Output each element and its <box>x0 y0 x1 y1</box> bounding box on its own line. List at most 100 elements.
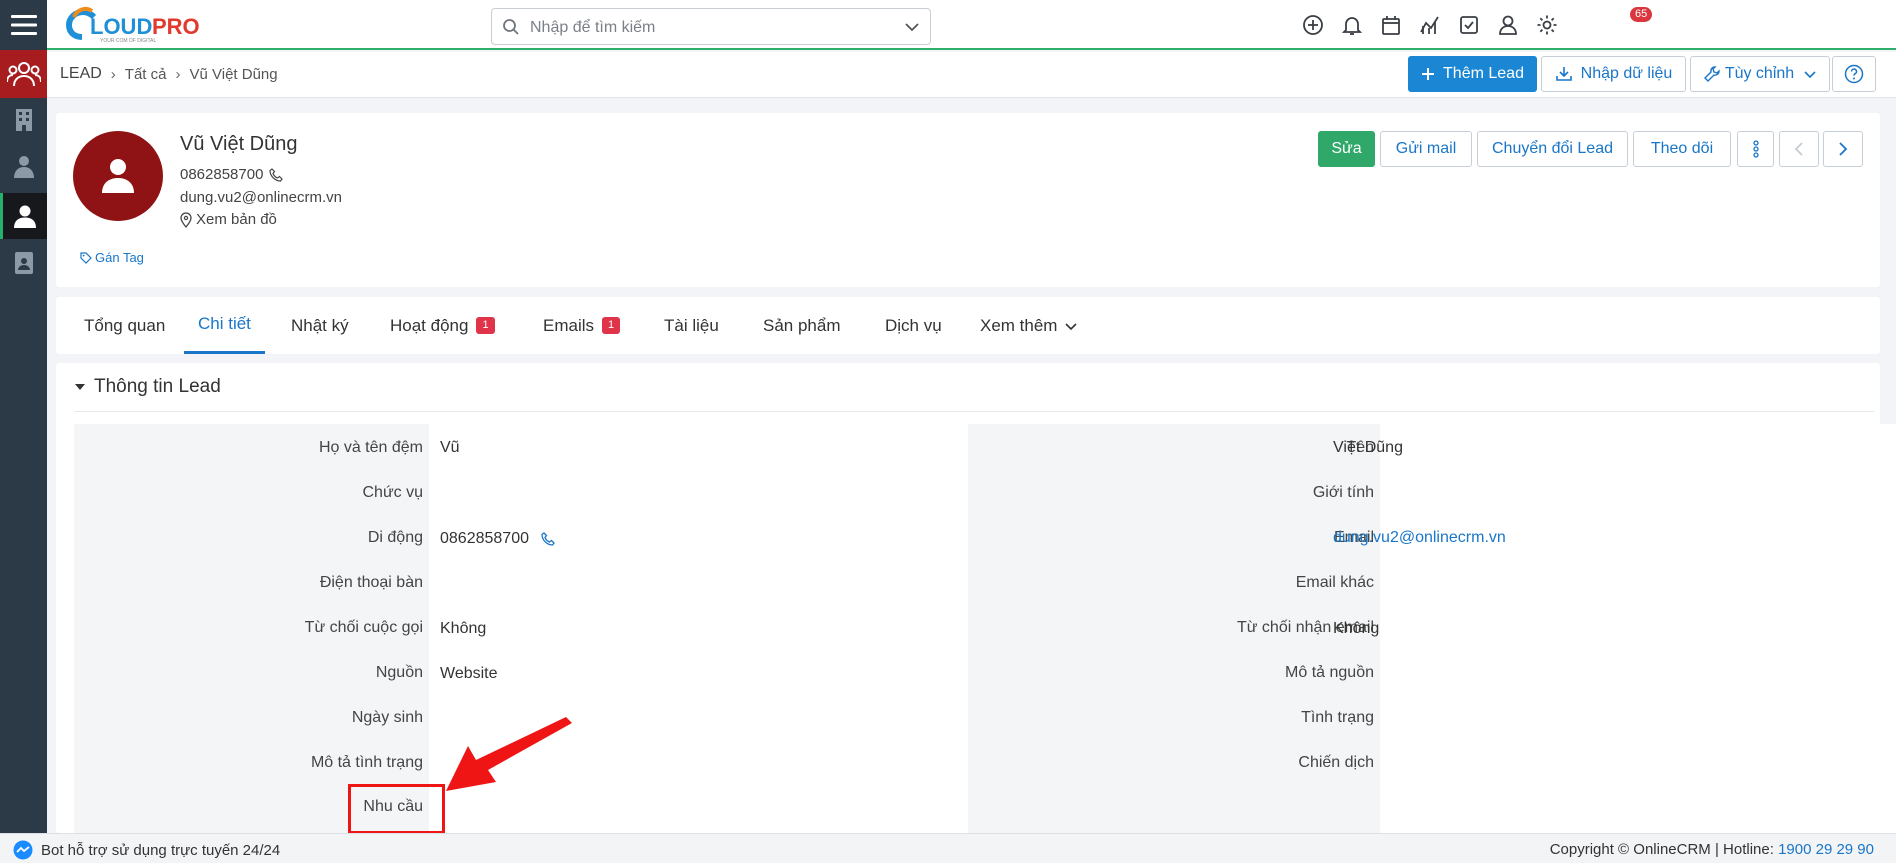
cloudpro-logo[interactable]: LOUD PRO YOUR COM OF DIGITAL <box>60 5 230 45</box>
hotline-number[interactable]: 1900 29 29 90 <box>1778 841 1874 858</box>
send-mail-button[interactable]: Gửi mail <box>1380 131 1472 167</box>
chevron-down-icon[interactable] <box>904 20 920 34</box>
avatar <box>73 131 163 221</box>
field-value[interactable]: Vũ <box>440 433 460 463</box>
bell-icon <box>1341 17 1363 35</box>
footer-bar: Bot hỗ trợ sử dụng trực tuyến 24/24 Copy… <box>0 833 1896 863</box>
chevron-right-icon <box>1839 142 1848 156</box>
rail-lead-detail-button[interactable] <box>0 193 47 239</box>
field-value[interactable]: Không <box>440 614 486 644</box>
quick-create-button[interactable] <box>1300 12 1326 38</box>
tab-documents[interactable]: Tài liệu <box>664 297 719 354</box>
lead-information-section: Thông tin Lead Họ và tên đệm Vũ Chức vụ … <box>56 363 1896 833</box>
tab-more[interactable]: Xem thêm <box>980 297 1078 354</box>
field-label: Email khác <box>1295 574 1374 591</box>
caret-down-icon <box>75 384 85 390</box>
email-link[interactable]: dung.vu2@onlinecrm.vn <box>1333 523 1506 553</box>
field-label: Giới tính <box>1312 484 1374 501</box>
tab-label: Dịch vụ <box>885 315 942 335</box>
tab-emails[interactable]: Emails 1 <box>543 297 621 354</box>
tag-icon <box>80 251 92 264</box>
left-navigation-rail <box>0 0 47 863</box>
annotation-arrow-icon <box>446 717 572 791</box>
field-value[interactable]: Website <box>440 659 498 689</box>
rail-contacts-button[interactable] <box>0 146 47 186</box>
help-button[interactable] <box>1832 56 1876 92</box>
contact-icon <box>13 156 34 178</box>
field-label: Nguồn <box>375 664 423 681</box>
previous-record-button[interactable] <box>1779 131 1819 167</box>
search-placeholder: Nhập để tìm kiếm <box>530 19 656 36</box>
copyright-label: Copyright © OnlineCRM | Hotline: <box>1549 841 1774 858</box>
view-map-link[interactable]: Xem bản đồ <box>180 211 277 228</box>
breadcrumb-separator-icon: › <box>110 65 116 83</box>
chevron-down-icon <box>1804 71 1816 79</box>
edit-button[interactable]: Sửa <box>1318 131 1375 167</box>
rail-leads-button[interactable] <box>0 50 47 98</box>
hamburger-menu-button[interactable] <box>0 0 47 50</box>
field-value[interactable]: Việt Dũng <box>1333 433 1403 463</box>
tab-label: Nhật ký <box>291 315 349 335</box>
support-bot-link[interactable]: Bot hỗ trợ sử dụng trực tuyến 24/24 <box>13 840 280 860</box>
right-value-column <box>1380 424 1896 833</box>
settings-button[interactable] <box>1534 12 1560 38</box>
mobile-number[interactable]: 0862858700 <box>440 530 529 548</box>
more-actions-button[interactable] <box>1737 131 1774 167</box>
tab-label: Tài liệu <box>664 315 719 335</box>
section-title: Thông tin Lead <box>94 376 221 397</box>
notifications-button[interactable] <box>1339 12 1365 38</box>
assign-tag-link[interactable]: Gán Tag <box>80 250 144 265</box>
breadcrumb: LEAD › Tất cả › Vũ Việt Dũng <box>60 65 278 83</box>
wrench-icon <box>1703 66 1720 82</box>
breadcrumb-current: Vũ Việt Dũng <box>189 65 278 83</box>
chevron-left-icon <box>1794 142 1803 156</box>
tab-services[interactable]: Dịch vụ <box>885 297 942 354</box>
gear-icon <box>1537 15 1557 35</box>
tab-label: Emails <box>543 315 595 335</box>
rail-organizations-button[interactable] <box>0 100 47 140</box>
phone-icon[interactable] <box>541 532 555 546</box>
global-search-box[interactable]: Nhập để tìm kiếm <box>491 8 931 45</box>
copyright-text: Copyright © OnlineCRM | Hotline: 1900 29… <box>1550 841 1874 858</box>
breadcrumb-module[interactable]: LEAD <box>60 65 102 83</box>
phone-icon[interactable] <box>269 167 284 182</box>
convert-lead-button[interactable]: Chuyển đổi Lead <box>1477 131 1628 167</box>
download-icon <box>1555 67 1572 81</box>
breadcrumb-list[interactable]: Tất cả <box>125 66 167 83</box>
tasks-button[interactable] <box>1456 12 1482 38</box>
field-label: Mô tả tình trạng <box>310 754 423 771</box>
lead-name: Vũ Việt Dũng <box>180 133 298 155</box>
import-data-button[interactable]: Nhập dữ liệu <box>1541 56 1686 92</box>
rail-contact-card-button[interactable] <box>0 243 47 283</box>
user-profile-icon <box>1499 15 1517 35</box>
section-header[interactable]: Thông tin Lead <box>74 376 221 398</box>
tab-details[interactable]: Chi tiết <box>184 297 265 354</box>
messenger-icon <box>13 840 33 860</box>
add-lead-button[interactable]: Thêm Lead <box>1408 56 1537 92</box>
lead-phone[interactable]: 0862858700 <box>180 166 263 183</box>
reports-button[interactable] <box>1417 12 1443 38</box>
field-value[interactable]: Không <box>1333 614 1379 644</box>
next-record-button[interactable] <box>1823 131 1863 167</box>
calendar-button[interactable] <box>1378 12 1404 38</box>
follow-button[interactable]: Theo dõi <box>1633 131 1731 167</box>
tab-overview[interactable]: Tổng quan <box>84 297 165 354</box>
field-label: Di động <box>367 529 423 546</box>
lead-email[interactable]: dung.vu2@onlinecrm.vn <box>180 189 342 206</box>
profile-button[interactable] <box>1495 12 1521 38</box>
field-label: Tên <box>1346 439 1374 456</box>
customize-button[interactable]: Tùy chỉnh <box>1690 56 1830 92</box>
field-label: Từ chối nhận email <box>1237 619 1374 636</box>
mobile-field-value[interactable]: 0862858700 <box>440 524 555 554</box>
emails-count-badge: 1 <box>602 317 621 334</box>
tab-products[interactable]: Sản phẩm <box>763 297 841 354</box>
group-icon <box>6 62 41 87</box>
import-data-label: Nhập dữ liệu <box>1580 65 1673 82</box>
tab-label: Chi tiết <box>198 314 251 333</box>
assign-tag-label: Gán Tag <box>95 250 144 265</box>
tab-activities[interactable]: Hoạt động 1 <box>390 297 495 354</box>
tab-history[interactable]: Nhật ký <box>291 297 349 354</box>
logo-text-cloud: LOUD <box>90 14 152 39</box>
id-card-icon <box>14 252 33 274</box>
tab-label: Hoạt động <box>390 315 469 335</box>
